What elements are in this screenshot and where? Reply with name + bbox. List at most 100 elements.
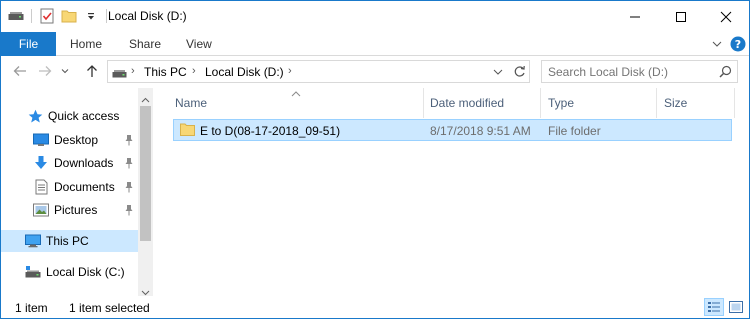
navigation-pane: Quick access Desktop Downloads Documents <box>1 88 153 296</box>
tab-share[interactable]: Share <box>129 32 161 56</box>
new-folder-icon[interactable] <box>60 7 78 25</box>
ribbon-tabs: File Home Share View ? <box>1 32 749 56</box>
refresh-button[interactable] <box>513 65 526 81</box>
nav-label: Local Disk (C:) <box>46 265 125 279</box>
nav-item-desktop[interactable]: Desktop <box>33 129 98 151</box>
back-button[interactable] <box>11 62 29 80</box>
title-bar: Local Disk (D:) <box>1 1 749 32</box>
nav-item-downloads[interactable]: Downloads <box>33 152 113 174</box>
pin-icon[interactable] <box>124 181 134 193</box>
desktop-icon <box>33 132 49 148</box>
nav-label: Pictures <box>54 203 98 217</box>
help-button[interactable]: ? <box>730 36 746 52</box>
drive-icon[interactable] <box>7 7 25 25</box>
star-icon <box>27 108 43 124</box>
nav-scrollbar[interactable] <box>138 88 153 296</box>
large-icons-view-button[interactable] <box>726 298 746 316</box>
minimize-icon <box>630 16 640 17</box>
toolbar-divider <box>106 9 107 23</box>
pictures-icon <box>33 202 49 218</box>
column-header-date-modified[interactable]: Date modified <box>430 96 504 110</box>
drive-icon <box>25 264 41 280</box>
chevron-down-icon <box>493 69 503 75</box>
file-list: Name Date modified Type Size E to D(08-1… <box>154 88 749 296</box>
tab-home[interactable]: Home <box>70 32 102 56</box>
search-icon[interactable] <box>719 65 732 81</box>
close-icon <box>720 11 732 22</box>
column-header-type[interactable]: Type <box>548 96 574 110</box>
refresh-icon <box>514 65 525 77</box>
details-view-icon <box>708 302 720 312</box>
help-icon: ? <box>730 36 746 52</box>
window-title: Local Disk (D:) <box>108 9 187 23</box>
breadcrumb-this-pc[interactable]: This PC <box>144 65 187 79</box>
chevron-down-icon <box>712 41 722 47</box>
documents-icon <box>33 179 49 195</box>
address-row: › This PC › Local Disk (D:) › <box>1 56 749 88</box>
scroll-up-arrow-icon[interactable] <box>141 92 150 106</box>
nav-label: Quick access <box>48 109 120 123</box>
nav-quick-access[interactable]: Quick access <box>27 105 119 127</box>
minimize-button[interactable] <box>612 1 658 32</box>
chevron-down-icon <box>61 69 69 74</box>
drive-icon <box>112 67 127 81</box>
search-box[interactable] <box>541 60 738 83</box>
up-arrow-icon <box>87 65 97 77</box>
forward-arrow-icon <box>39 66 52 76</box>
column-divider[interactable] <box>656 88 657 118</box>
nav-item-local-disk-c[interactable]: Local Disk (C:) <box>25 261 125 283</box>
maximize-icon <box>676 11 686 22</box>
expand-ribbon-button[interactable] <box>710 36 724 52</box>
nav-item-this-pc[interactable]: This PC <box>1 230 138 252</box>
column-divider[interactable] <box>423 88 424 118</box>
search-input[interactable] <box>548 64 708 79</box>
nav-label: Downloads <box>54 156 114 170</box>
tab-view[interactable]: View <box>186 32 212 56</box>
svg-text:?: ? <box>735 38 741 51</box>
nav-item-pictures[interactable]: Pictures <box>33 199 97 221</box>
status-item-count: 1 item <box>15 301 48 315</box>
maximize-button[interactable] <box>658 1 704 32</box>
file-name[interactable]: E to D(08-17-2018_09-51) <box>200 124 340 138</box>
nav-label: This PC <box>46 234 89 248</box>
close-button[interactable] <box>703 1 749 32</box>
nav-item-documents[interactable]: Documents <box>33 176 115 198</box>
pin-icon[interactable] <box>124 204 134 216</box>
breadcrumb-local-disk-d[interactable]: Local Disk (D:) <box>205 65 284 79</box>
column-header-name[interactable]: Name <box>175 96 207 110</box>
pin-icon[interactable] <box>124 157 134 169</box>
status-bar: 1 item 1 item selected <box>1 296 749 318</box>
address-bar[interactable]: › This PC › Local Disk (D:) › <box>107 60 613 83</box>
customize-toolbar-icon[interactable] <box>82 7 100 25</box>
folder-icon <box>180 123 195 139</box>
column-divider[interactable] <box>540 88 541 118</box>
pin-icon[interactable] <box>124 134 134 146</box>
properties-icon[interactable] <box>38 7 56 25</box>
column-divider[interactable] <box>734 88 735 118</box>
tab-file[interactable]: File <box>1 32 56 56</box>
nav-label: Desktop <box>54 133 99 147</box>
breadcrumb-separator[interactable]: › <box>131 65 135 77</box>
file-row[interactable]: E to D(08-17-2018_09-51) 8/17/2018 9:51 … <box>173 119 732 141</box>
details-view-button[interactable] <box>704 298 724 316</box>
scrollbar-thumb[interactable] <box>140 106 151 241</box>
computer-icon <box>25 233 41 249</box>
explorer-window: Local Disk (D:) File Home Share View ? ›… <box>0 0 750 319</box>
download-arrow-icon <box>33 155 49 171</box>
toolbar-divider <box>31 9 32 23</box>
nav-label: Documents <box>54 180 115 194</box>
sort-ascending-icon <box>291 86 301 100</box>
breadcrumb-separator[interactable]: › <box>288 65 292 77</box>
back-arrow-icon <box>13 66 26 76</box>
file-type: File folder <box>548 124 601 138</box>
breadcrumb-separator[interactable]: › <box>192 65 196 77</box>
forward-button[interactable] <box>36 62 54 80</box>
status-selected-count: 1 item selected <box>69 301 150 315</box>
file-date-modified: 8/17/2018 9:51 AM <box>430 124 531 138</box>
large-icons-view-icon <box>729 301 743 313</box>
column-header-size[interactable]: Size <box>664 96 687 110</box>
recent-locations-button[interactable] <box>60 62 70 80</box>
up-button[interactable] <box>83 62 101 80</box>
address-history-button[interactable] <box>493 66 503 80</box>
quick-access-toolbar <box>7 7 113 25</box>
